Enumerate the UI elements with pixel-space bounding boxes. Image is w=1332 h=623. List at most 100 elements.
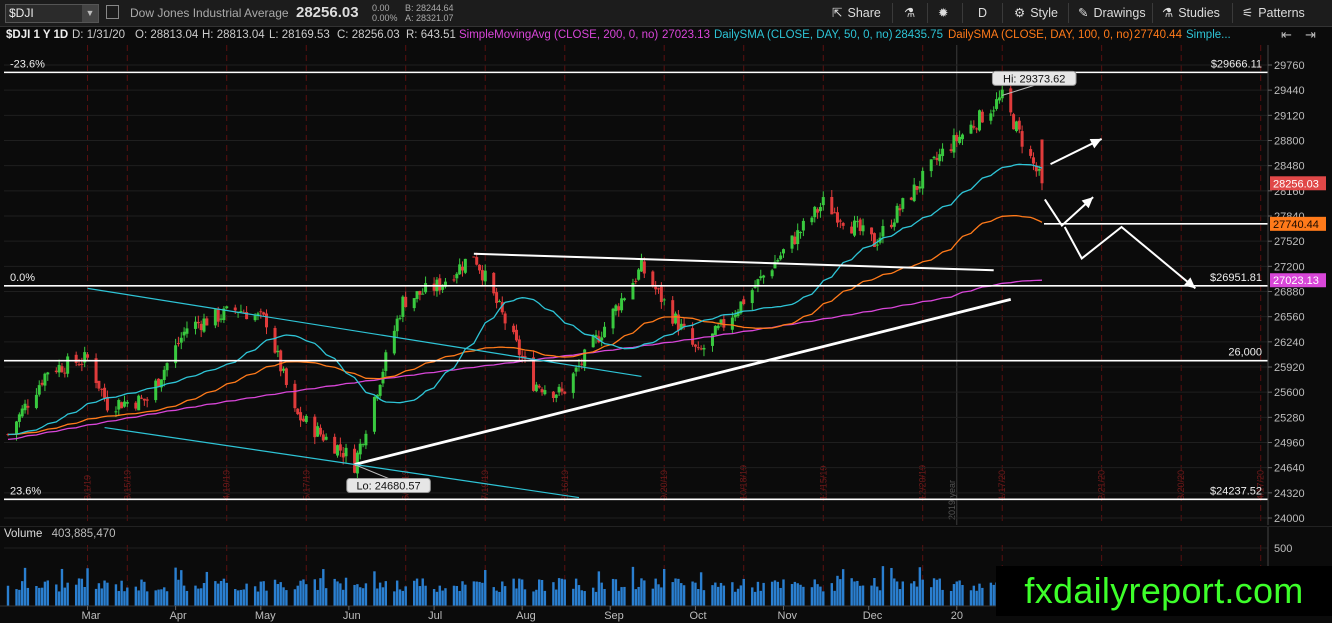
share-button[interactable]: ⇱ Share	[832, 4, 881, 22]
volume-bar	[836, 575, 839, 606]
y-tick-label: 26880	[1274, 287, 1305, 299]
candle-body	[105, 396, 109, 411]
candle-body	[557, 386, 561, 393]
candle-body	[603, 326, 607, 338]
volume-bar	[481, 582, 484, 606]
candle-body	[185, 328, 189, 334]
candle-body	[472, 256, 476, 258]
candle-body	[560, 388, 564, 392]
candle-body	[642, 261, 646, 274]
volume-bar	[955, 581, 958, 606]
price-chart[interactable]: 3/1/193/15/194/19/195/17/196/21/197/19/1…	[0, 45, 1332, 525]
candle-body	[495, 292, 499, 303]
volume-bar	[870, 585, 873, 606]
y-tick-label: 27200	[1274, 261, 1305, 273]
share-label: Share	[847, 6, 881, 20]
candle-body	[838, 220, 842, 222]
candle-body	[600, 337, 604, 341]
volume-bar	[395, 580, 399, 606]
month-label: May	[255, 610, 276, 622]
candle-body	[702, 347, 706, 350]
candle-body	[63, 372, 67, 374]
candle-body	[762, 275, 766, 278]
date-tag: 2/21/20	[1097, 470, 1107, 500]
candle-body	[1014, 121, 1018, 132]
symbol-description: Dow Jones Industrial Average	[130, 6, 289, 20]
volume-bar	[66, 582, 69, 606]
sma200-label[interactable]: SimpleMovingAvg (CLOSE, 200, 0, no)	[459, 29, 658, 41]
candle-body	[534, 384, 538, 392]
candle-body	[617, 306, 621, 311]
volume-bar	[697, 588, 700, 606]
candle-body	[813, 206, 817, 218]
collapse-icon[interactable]: ⇤	[1281, 28, 1295, 42]
volume-bar	[145, 591, 149, 606]
candle-body	[654, 286, 658, 290]
symbol-details-icon[interactable]	[106, 5, 119, 19]
candle-body	[20, 408, 24, 417]
flask-button[interactable]: ⚗	[904, 4, 920, 22]
price-axis[interactable]: 24000 24320 24640 24960 25280 25600 25920 26240…	[1267, 45, 1332, 525]
volume-bar	[813, 579, 816, 606]
change-block: 0.00 0.00%	[372, 3, 398, 23]
volume-bar	[682, 585, 686, 606]
toolbar-divider	[1002, 3, 1003, 23]
expand-icon[interactable]: ⇥	[1305, 28, 1319, 42]
studies-button[interactable]: ⚗ Studies	[1162, 4, 1220, 22]
settings-button[interactable]: ✹	[938, 4, 953, 22]
candle-body	[634, 280, 638, 282]
lo-callout-text: Lo: 24680.57	[356, 480, 420, 492]
volume-bar	[276, 584, 280, 606]
candle-body	[514, 329, 518, 341]
volume-bar	[620, 587, 623, 606]
candle-body	[418, 290, 422, 295]
more-studies-label[interactable]: Simple...	[1186, 29, 1231, 41]
period-label[interactable]: $DJI 1 Y 1D	[6, 29, 68, 41]
candle-body	[975, 128, 979, 130]
volume-bar	[239, 589, 243, 606]
volume-bar	[890, 567, 893, 606]
drawings-button[interactable]: ✎ Drawings	[1078, 4, 1146, 22]
candle-body	[120, 402, 124, 409]
patterns-button[interactable]: ⚟ Patterns	[1242, 4, 1305, 22]
candle-body	[517, 339, 521, 355]
sma100-label[interactable]: DailySMA (CLOSE, DAY, 100, 0, no)	[948, 29, 1133, 41]
style-button[interactable]: ⚙ Style	[1014, 4, 1058, 22]
y-tick-label: 28800	[1274, 136, 1305, 148]
candle-body	[733, 314, 737, 318]
candle-body	[262, 312, 266, 315]
volume-bar	[711, 585, 714, 606]
volume-bar	[376, 588, 379, 606]
candle-body	[941, 148, 945, 157]
fib-price-label: $26951.81	[1210, 272, 1262, 284]
candle-body	[870, 227, 874, 235]
volume-bar	[640, 578, 643, 606]
volume-bar	[660, 587, 663, 606]
volume-bar	[83, 586, 86, 606]
candle-body	[358, 443, 362, 455]
volume-bar	[523, 589, 527, 606]
volume-bar	[435, 591, 439, 606]
candle-body	[574, 367, 578, 372]
volume-bar	[97, 583, 101, 606]
volume-bar	[770, 581, 774, 606]
candle-body	[134, 402, 138, 409]
volume-bar	[262, 581, 265, 606]
volume-bar	[253, 586, 257, 606]
date-tag: 12/20/19	[918, 465, 928, 500]
fib-level-label: 0.0%	[10, 272, 35, 284]
volume-bar	[930, 587, 933, 606]
symbol-dropdown-icon[interactable]: ▼	[82, 5, 98, 22]
volume-bar	[441, 590, 444, 606]
volume-bar	[583, 591, 586, 606]
volume-bar	[657, 584, 660, 606]
candle-body	[989, 113, 993, 121]
volume-bar	[958, 580, 961, 606]
date-tag: 1/17/20	[997, 470, 1007, 500]
candle-body	[651, 271, 655, 287]
sma50-label[interactable]: DailySMA (CLOSE, DAY, 50, 0, no)	[714, 29, 893, 41]
symbol-input[interactable]: $DJI ▼	[5, 4, 99, 23]
candle-body	[193, 321, 197, 329]
timeframe-button[interactable]: D	[978, 4, 987, 22]
date-tag: 11/15/19	[818, 466, 828, 500]
